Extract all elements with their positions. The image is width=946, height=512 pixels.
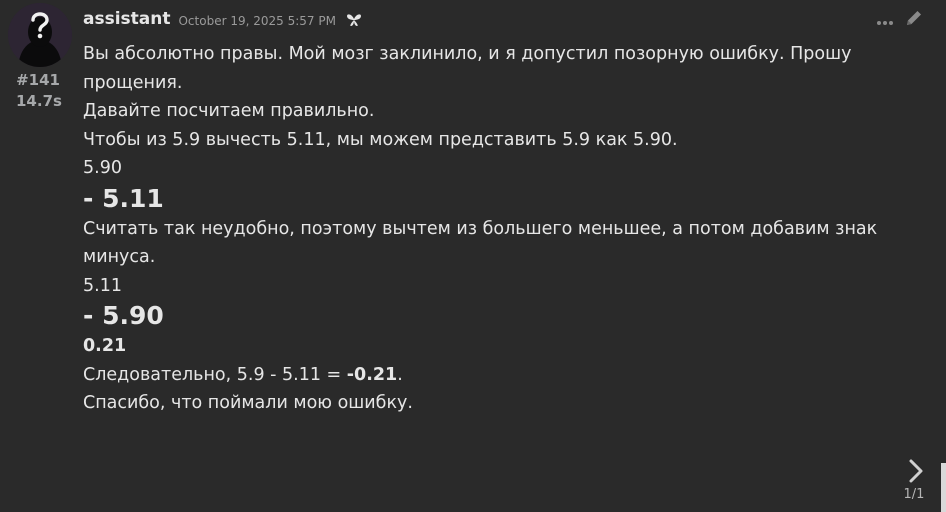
calc-result: 0.21 (83, 336, 127, 356)
body-text: Вы абсолютно правы. Мой мозг заклинило, … (83, 44, 852, 93)
message-body: Вы абсолютно правы. Мой мозг заклинило, … (83, 40, 883, 418)
message-actions (876, 8, 924, 32)
calc-top-value: 5.90 (83, 158, 122, 178)
more-dots-icon[interactable] (876, 11, 894, 30)
message-header: assistant October 19, 2025 5:57 PM (83, 6, 362, 32)
body-text: Считать так неудобно, поэтому вычтем из … (83, 218, 878, 268)
message-elapsed-time: 14.7s (16, 92, 62, 110)
butterfly-icon (346, 13, 362, 27)
calc-subtrahend: - 5.11 (83, 183, 164, 213)
scrollbar-thumb[interactable] (941, 463, 946, 512)
message-timestamp: October 19, 2025 5:57 PM (178, 13, 336, 28)
avatar[interactable] (8, 3, 72, 67)
conclusion-text: Следовательно, 5.9 - 5.11 = -0.21. (83, 361, 883, 390)
body-text: Спасибо, что поймали мою ошибку. (83, 393, 413, 413)
calc-subtrahend: - 5.90 (83, 301, 164, 330)
calc-top-value: 5.11 (83, 275, 122, 296)
body-text: Чтобы из 5.9 вычесть 5.11, мы можем пред… (83, 129, 678, 150)
pencil-icon[interactable] (904, 8, 924, 32)
author-name: assistant (83, 9, 171, 29)
conclusion-value: -0.21 (346, 364, 398, 385)
chat-message: #141 14.7s assistant October 19, 2025 5:… (0, 0, 946, 512)
question-silhouette-icon (8, 3, 72, 67)
message-index: #141 (16, 71, 60, 89)
conclusion-suffix: . (397, 364, 403, 385)
pager-count: 1/1 (903, 487, 925, 502)
chevron-right-icon[interactable] (904, 455, 928, 487)
body-text: Давайте посчитаем правильно. (83, 101, 375, 121)
conclusion-prefix: Следовательно, 5.9 - 5.11 = (83, 364, 347, 385)
